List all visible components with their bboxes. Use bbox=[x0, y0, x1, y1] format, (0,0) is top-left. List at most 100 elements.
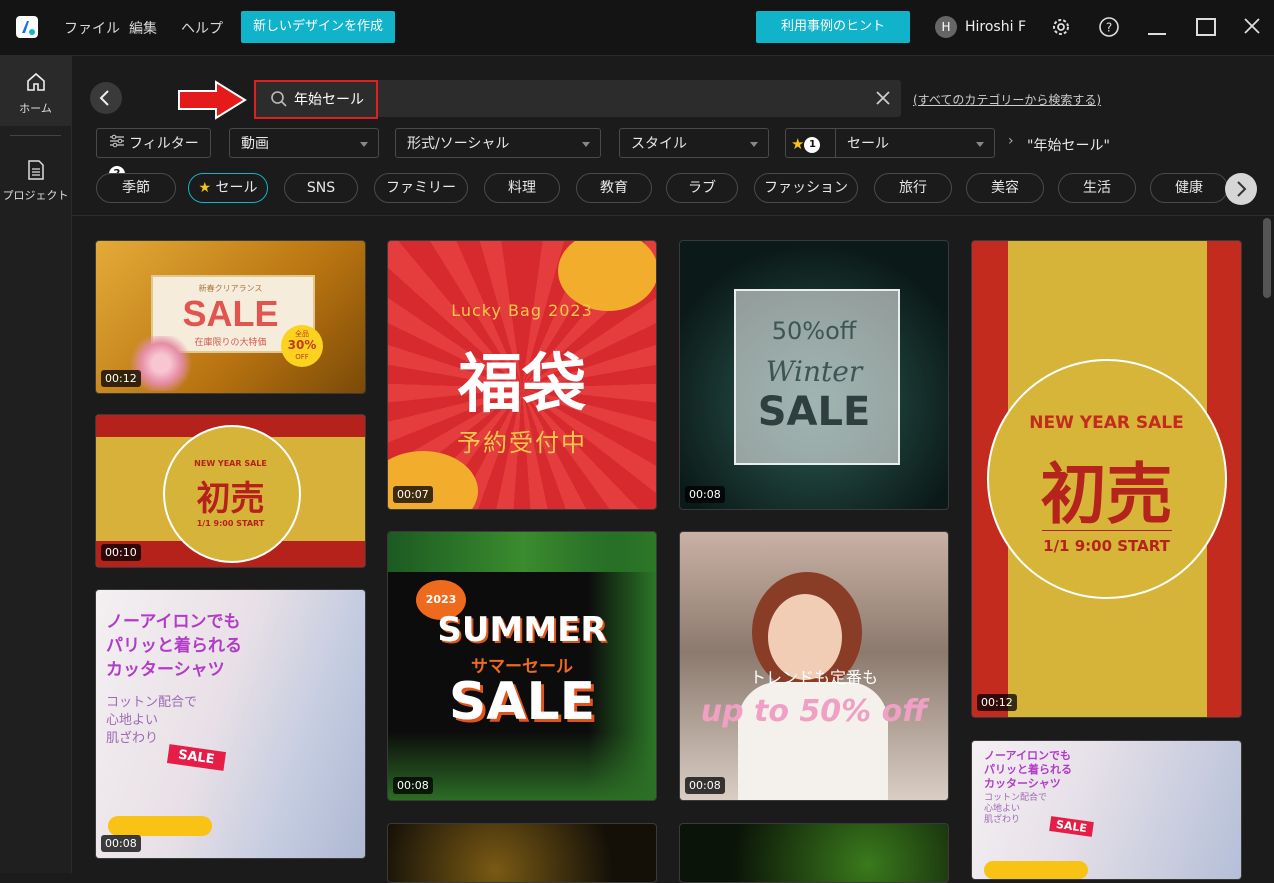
card-sale-tag: SALE bbox=[166, 744, 226, 771]
style-dropdown-value: スタイル bbox=[631, 136, 687, 152]
category-pill-sns[interactable]: SNS bbox=[284, 173, 358, 203]
sidebar-divider bbox=[10, 135, 61, 136]
card-text: パリッと着られる bbox=[984, 763, 1072, 776]
style-dropdown[interactable]: スタイル bbox=[619, 128, 769, 158]
category-pill-health[interactable]: 健康 bbox=[1150, 173, 1228, 203]
card-text: トレンドも定番も bbox=[749, 668, 878, 687]
star-icon: ★ bbox=[198, 180, 212, 196]
create-design-button[interactable]: 新しいデザインを作成 bbox=[241, 11, 395, 43]
close-icon[interactable] bbox=[1243, 17, 1261, 39]
maximize-icon[interactable] bbox=[1196, 18, 1216, 36]
card-text: 予約受付中 bbox=[457, 429, 587, 457]
template-card[interactable]: トレンドも定番も up to 50% off 00:08 bbox=[679, 531, 949, 801]
filter-label: フィルター bbox=[129, 136, 199, 152]
categories-next-button[interactable] bbox=[1225, 173, 1257, 205]
sidebar: ホーム プロジェクト bbox=[0, 56, 72, 873]
card-text: 初売 bbox=[1040, 456, 1173, 533]
breadcrumb: "年始セール" bbox=[1027, 138, 1110, 154]
search-all-categories-link[interactable]: (すべてのカテゴリーから検索する) bbox=[913, 91, 1101, 108]
menu-file[interactable]: ファイル bbox=[64, 18, 120, 38]
category-pill-life[interactable]: 生活 bbox=[1058, 173, 1136, 203]
format-dropdown[interactable]: 形式/ソーシャル bbox=[395, 128, 601, 158]
card-subtext: コットン配合で 心地よい 肌ざわり bbox=[106, 694, 197, 748]
template-card[interactable]: ノーアイロンでも パリッと着られる カッターシャツ コットン配合で 心地よい 肌… bbox=[95, 589, 366, 859]
format-dropdown-value: 形式/ソーシャル bbox=[407, 136, 510, 152]
usage-hints-button[interactable]: 利用事例のヒント bbox=[756, 11, 910, 43]
card-text: 初売 bbox=[196, 479, 265, 519]
filter-button[interactable]: フィルター 2 bbox=[96, 128, 211, 182]
template-card[interactable]: 50%off Winter SALE 00:08 bbox=[679, 240, 949, 510]
app-logo bbox=[16, 16, 38, 38]
card-duration: 00:07 bbox=[393, 486, 433, 503]
document-icon bbox=[27, 160, 45, 184]
card-text: パリッと着られる bbox=[106, 636, 242, 656]
svg-text:?: ? bbox=[1106, 21, 1112, 35]
sidebar-item-home[interactable]: ホーム bbox=[0, 56, 71, 126]
sidebar-item-project[interactable]: プロジェクト bbox=[0, 151, 71, 211]
minimize-icon[interactable] bbox=[1148, 33, 1166, 35]
template-card[interactable] bbox=[679, 823, 949, 883]
category-pill-travel[interactable]: 旅行 bbox=[874, 173, 952, 203]
card-text: カッターシャツ bbox=[106, 660, 225, 680]
dropdown-divider bbox=[835, 129, 836, 157]
template-card[interactable] bbox=[387, 823, 657, 883]
chevron-left-icon bbox=[99, 90, 109, 106]
chevron-down-icon bbox=[360, 142, 368, 147]
red-arrow-annotation bbox=[176, 80, 248, 124]
user-name[interactable]: Hiroshi F bbox=[965, 19, 1026, 35]
card-text: NEW YEAR SALE bbox=[1029, 413, 1184, 433]
menu-edit[interactable]: 編集 bbox=[129, 18, 157, 38]
sidebar-project-label: プロジェクト bbox=[2, 189, 69, 202]
category-pill-cooking[interactable]: 料理 bbox=[484, 173, 560, 203]
card-text: コットン配合で bbox=[984, 793, 1048, 803]
card-text: 1/1 9:00 START bbox=[1043, 537, 1170, 555]
clear-search-icon[interactable] bbox=[874, 89, 892, 111]
chevron-down-icon bbox=[976, 142, 984, 147]
help-icon[interactable]: ? bbox=[1098, 16, 1120, 42]
category-pill-education[interactable]: 教育 bbox=[576, 173, 652, 203]
template-card[interactable]: ノーアイロンでも パリッと着られる カッターシャツ コットン配合で 心地よい 肌… bbox=[971, 740, 1242, 880]
cart-icon bbox=[108, 816, 212, 836]
card-text: 2023 bbox=[425, 593, 457, 606]
home-icon bbox=[25, 72, 47, 96]
card-duration: 00:08 bbox=[685, 777, 725, 794]
card-text: OFF bbox=[295, 353, 309, 361]
template-card[interactable]: Lucky Bag 2023 福袋 予約受付中 00:07 bbox=[387, 240, 657, 510]
card-text: カッターシャツ bbox=[984, 777, 1061, 790]
card-text: NEW YEAR SALE bbox=[194, 459, 267, 468]
avatar[interactable]: H bbox=[935, 16, 957, 38]
card-text: SUMMER bbox=[437, 610, 607, 650]
card-text: Winter bbox=[765, 355, 863, 388]
card-duration: 00:08 bbox=[685, 486, 725, 503]
scrollbar[interactable] bbox=[1263, 218, 1271, 298]
category-pill-love[interactable]: ラブ bbox=[666, 173, 738, 203]
category-pill-fashion[interactable]: ファッション bbox=[754, 173, 858, 203]
chevron-down-icon bbox=[582, 142, 590, 147]
card-text: up to 50% off bbox=[700, 694, 928, 729]
card-text: コットン配合で bbox=[106, 695, 198, 710]
type-dropdown[interactable]: 動画 bbox=[229, 128, 379, 158]
card-duration: 00:12 bbox=[977, 694, 1017, 711]
template-card[interactable]: NEW YEAR SALE 初売 1/1 9:00 START 00:10 bbox=[95, 414, 366, 568]
category-pill-family[interactable]: ファミリー bbox=[374, 173, 468, 203]
template-card[interactable]: 新春クリアランス SALE 在庫限りの大特価 全品 30% OFF 00:12 bbox=[95, 240, 366, 394]
gear-icon[interactable] bbox=[1050, 16, 1072, 42]
card-text: 心地よい bbox=[984, 804, 1021, 814]
menu-help[interactable]: ヘルプ bbox=[181, 18, 223, 38]
card-text: 肌ざわり bbox=[984, 815, 1021, 825]
chevron-down-icon bbox=[750, 142, 758, 147]
card-discount-badge: 全品 30% OFF bbox=[281, 325, 323, 367]
back-button[interactable] bbox=[90, 82, 122, 114]
title-bar: ファイル 編集 ヘルプ 新しいデザインを作成 利用事例のヒント H Hirosh… bbox=[0, 0, 1274, 56]
category-dropdown[interactable]: ★ 1 セール bbox=[785, 128, 995, 158]
category-pill-sale[interactable]: ★ セール bbox=[188, 173, 268, 203]
breadcrumb-chevron-icon: › bbox=[1008, 133, 1014, 149]
search-highlight-box bbox=[254, 80, 378, 119]
template-card[interactable]: NEW YEAR SALE 初売 1/1 9:00 START 00:12 bbox=[971, 240, 1242, 718]
template-card[interactable]: 2023 SUMMER サマーセール SALE 00:08 bbox=[387, 531, 657, 801]
card-text: 心地よい bbox=[106, 713, 159, 728]
chevron-right-icon bbox=[1237, 181, 1247, 197]
category-pill-beauty[interactable]: 美容 bbox=[966, 173, 1044, 203]
card-rule bbox=[1042, 530, 1172, 531]
category-pill-season[interactable]: 季節 bbox=[96, 173, 176, 203]
